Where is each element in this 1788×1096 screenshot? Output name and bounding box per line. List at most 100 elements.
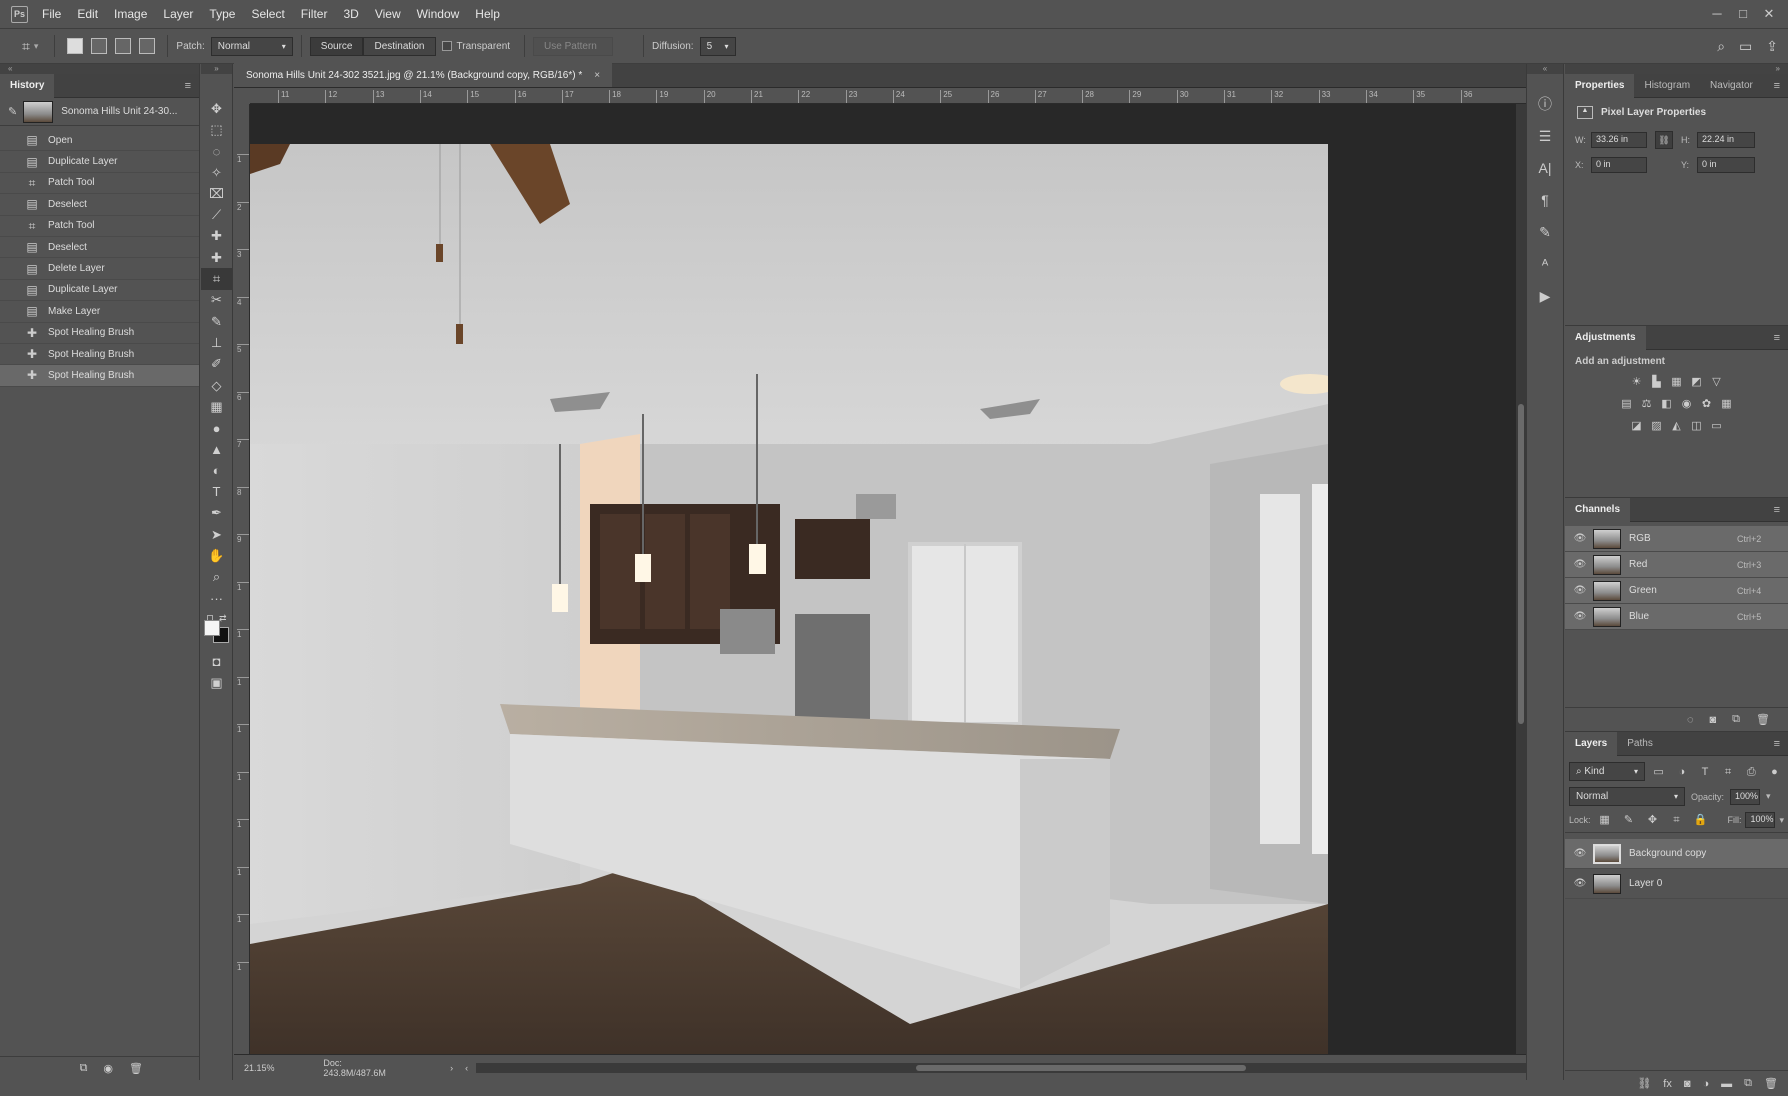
transparent-checkbox[interactable]: Transparent [441, 41, 517, 52]
path-selection-icon[interactable]: ➤ [201, 524, 232, 545]
lock-artboard-icon[interactable]: ⌗ [1670, 813, 1684, 827]
menu-view[interactable]: View [375, 7, 401, 21]
black-white-icon[interactable]: ◧ [1660, 397, 1674, 411]
menu-window[interactable]: Window [417, 7, 460, 21]
zoom-tool-icon[interactable]: ⌕ [201, 567, 232, 588]
color-swatches[interactable]: ⇄ [201, 613, 232, 645]
save-selection-icon[interactable]: ◙ [1710, 714, 1717, 726]
panel-menu-icon[interactable]: ≡ [1774, 332, 1780, 344]
list-item[interactable]: ▤ Open [0, 130, 199, 152]
vertical-scrollbar[interactable] [1516, 104, 1526, 1054]
workspace-icon[interactable]: ▭ [1739, 38, 1752, 55]
chevron-right-icon[interactable]: › [450, 1063, 453, 1073]
more-tools-icon[interactable]: ··· [201, 588, 232, 609]
character-icon[interactable]: A| [1527, 152, 1563, 184]
layer-row-background-copy[interactable]: 👁 Background copy [1565, 839, 1788, 869]
paragraph-icon[interactable]: ¶ [1527, 184, 1563, 216]
lock-position-icon[interactable]: ✥ [1646, 813, 1660, 827]
menu-type[interactable]: Type [209, 7, 235, 21]
chevron-left-icon[interactable]: ‹ [465, 1063, 468, 1073]
source-button[interactable]: Source [309, 36, 364, 56]
gradient-map-icon[interactable]: ▭ [1710, 419, 1724, 433]
trash-icon[interactable]: 🗑 [1764, 1077, 1778, 1090]
destination-button[interactable]: Destination [363, 36, 436, 56]
link-icon[interactable]: ⛓ [1655, 131, 1673, 149]
channel-row-blue[interactable]: 👁 Blue Ctrl+5 [1565, 604, 1788, 630]
opacity-field[interactable]: 100% [1730, 788, 1761, 805]
tab-properties[interactable]: Properties [1565, 73, 1635, 98]
filter-toggle-icon[interactable]: ● [1768, 765, 1781, 779]
color-lookup-icon[interactable]: ▦ [1720, 397, 1734, 411]
color-balance-icon[interactable]: ⚖ [1640, 397, 1654, 411]
canvas[interactable] [250, 104, 1516, 1054]
lasso-tool-icon[interactable]: ◌ [201, 141, 232, 162]
threshold-icon[interactable]: ◭ [1670, 419, 1684, 433]
screen-mode-icon[interactable]: ▣ [201, 672, 232, 693]
y-field[interactable]: 0 in [1697, 157, 1755, 173]
levels-icon[interactable]: ▙ [1650, 375, 1664, 389]
libraries-icon[interactable]: ☰ [1527, 120, 1563, 152]
posterize-icon[interactable]: ▨ [1650, 419, 1664, 433]
tab-channels[interactable]: Channels [1565, 497, 1631, 522]
brightness-icon[interactable]: ☀ [1630, 375, 1644, 389]
close-tab-icon[interactable]: × [594, 70, 600, 81]
document-tab[interactable]: Sonoma Hills Unit 24-302 3521.jpg @ 21.1… [234, 63, 613, 87]
blend-mode-select[interactable]: Normal ▾ [1569, 787, 1685, 806]
channel-row-red[interactable]: 👁 Red Ctrl+3 [1565, 552, 1788, 578]
menu-file[interactable]: File [42, 7, 61, 21]
selective-color-icon[interactable]: ◫ [1690, 419, 1704, 433]
glyphs-icon[interactable]: ᴬ [1527, 248, 1563, 280]
menu-layer[interactable]: Layer [163, 7, 193, 21]
history-snapshot[interactable]: ✎ Sonoma Hills Unit 24-30... [0, 98, 199, 126]
menu-filter[interactable]: Filter [301, 7, 328, 21]
ruler-origin[interactable] [234, 88, 250, 104]
tab-paths[interactable]: Paths [1617, 732, 1663, 756]
dodge-icon[interactable]: ▲ [201, 439, 232, 460]
type-tool-icon[interactable]: T [201, 481, 232, 502]
tab-navigator[interactable]: Navigator [1700, 74, 1763, 98]
trash-icon[interactable]: 🗑 [129, 1062, 143, 1075]
list-item[interactable]: ▤ Duplicate Layer [0, 151, 199, 173]
layer-filter-select[interactable]: ⌕ Kind ▾ [1569, 762, 1646, 781]
pen-tool-icon[interactable]: ✒ [201, 503, 232, 524]
info-icon[interactable]: ⓘ [1527, 88, 1563, 120]
list-item[interactable]: ✚ Spot Healing Brush [0, 323, 199, 344]
close-window-button[interactable]: ✕ [1756, 6, 1782, 22]
exposure-icon[interactable]: ◩ [1690, 375, 1704, 389]
layer-row-layer-0[interactable]: 👁 Layer 0 [1565, 869, 1788, 899]
add-mask-icon[interactable]: ◙ [1684, 1078, 1691, 1090]
panel-menu-icon[interactable]: ≡ [1774, 738, 1780, 750]
filter-adjustment-icon[interactable]: ◑ [1675, 765, 1688, 779]
lock-image-icon[interactable]: ✎ [1622, 813, 1636, 827]
zoom-level[interactable]: 21.15% [244, 1063, 307, 1073]
collapse-icon[interactable]: « [0, 64, 199, 74]
intersect-selection-icon[interactable] [139, 38, 156, 54]
photo-filter-icon[interactable]: ◉ [1680, 397, 1694, 411]
new-fill-layer-icon[interactable]: ◑ [1703, 1078, 1710, 1090]
height-field[interactable]: 22.24 in [1697, 132, 1755, 148]
share-icon[interactable]: ⇪ [1766, 38, 1778, 55]
patch-tool-preset-icon[interactable]: ⌗ [22, 38, 30, 55]
list-item[interactable]: ▤ Delete Layer [0, 258, 199, 280]
maximize-button[interactable]: □ [1730, 6, 1756, 22]
width-field[interactable]: 33.26 in [1591, 132, 1647, 148]
filter-shape-icon[interactable]: ⌗ [1722, 765, 1735, 779]
blur-icon[interactable]: ● [201, 417, 232, 438]
trash-icon[interactable]: 🗑 [1756, 713, 1770, 726]
curves-icon[interactable]: ▦ [1670, 375, 1684, 389]
crop-tool-icon[interactable]: ⌧ [201, 183, 232, 204]
filter-type-icon[interactable]: T [1698, 765, 1711, 779]
panel-menu-icon[interactable]: ≡ [1774, 504, 1780, 516]
chevron-down-icon[interactable]: ▾ [1766, 791, 1771, 802]
patch-mode-select[interactable]: Normal ▾ [210, 36, 293, 56]
diffusion-select[interactable]: 5 ▾ [699, 36, 736, 56]
camera-icon[interactable]: ◉ [103, 1062, 113, 1075]
horizontal-scrollbar[interactable] [476, 1062, 1526, 1073]
search-icon[interactable]: ⌕ [1717, 38, 1725, 55]
x-field[interactable]: 0 in [1591, 157, 1647, 173]
new-document-icon[interactable]: ⧉ [80, 1062, 88, 1075]
add-to-selection-icon[interactable] [91, 38, 108, 54]
history-brush-icon[interactable]: ✐ [201, 354, 232, 375]
tab-histogram[interactable]: Histogram [1634, 74, 1700, 98]
chevron-down-icon[interactable]: ▾ [1779, 815, 1784, 826]
